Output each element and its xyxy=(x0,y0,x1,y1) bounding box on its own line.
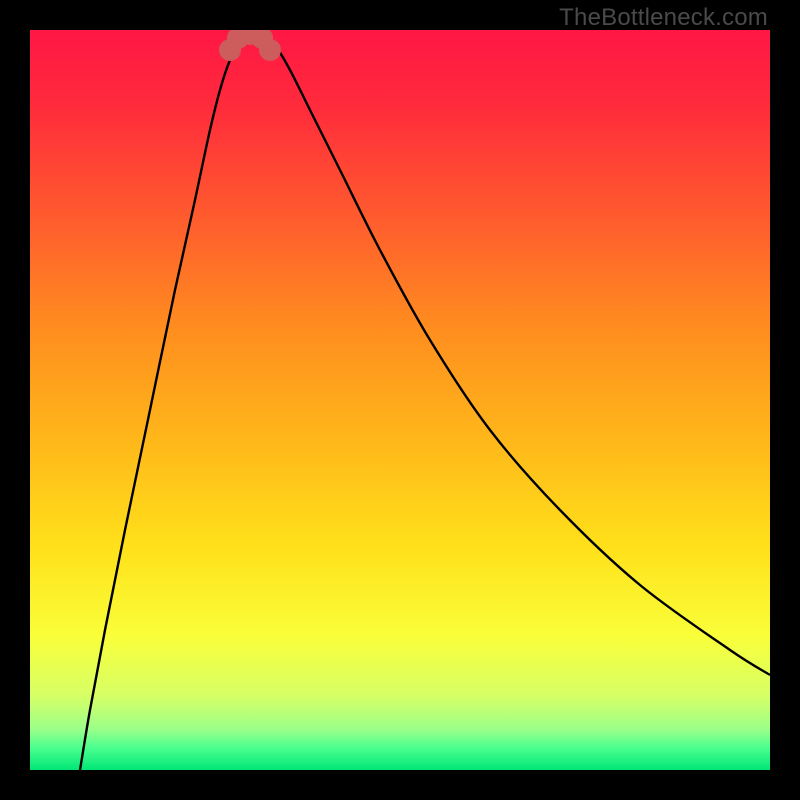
trough-marker xyxy=(259,39,281,61)
left-curve xyxy=(80,35,245,770)
watermark-text: TheBottleneck.com xyxy=(559,4,768,32)
plot-area xyxy=(30,30,770,770)
curves-layer xyxy=(30,30,770,770)
right-curve xyxy=(265,35,770,675)
